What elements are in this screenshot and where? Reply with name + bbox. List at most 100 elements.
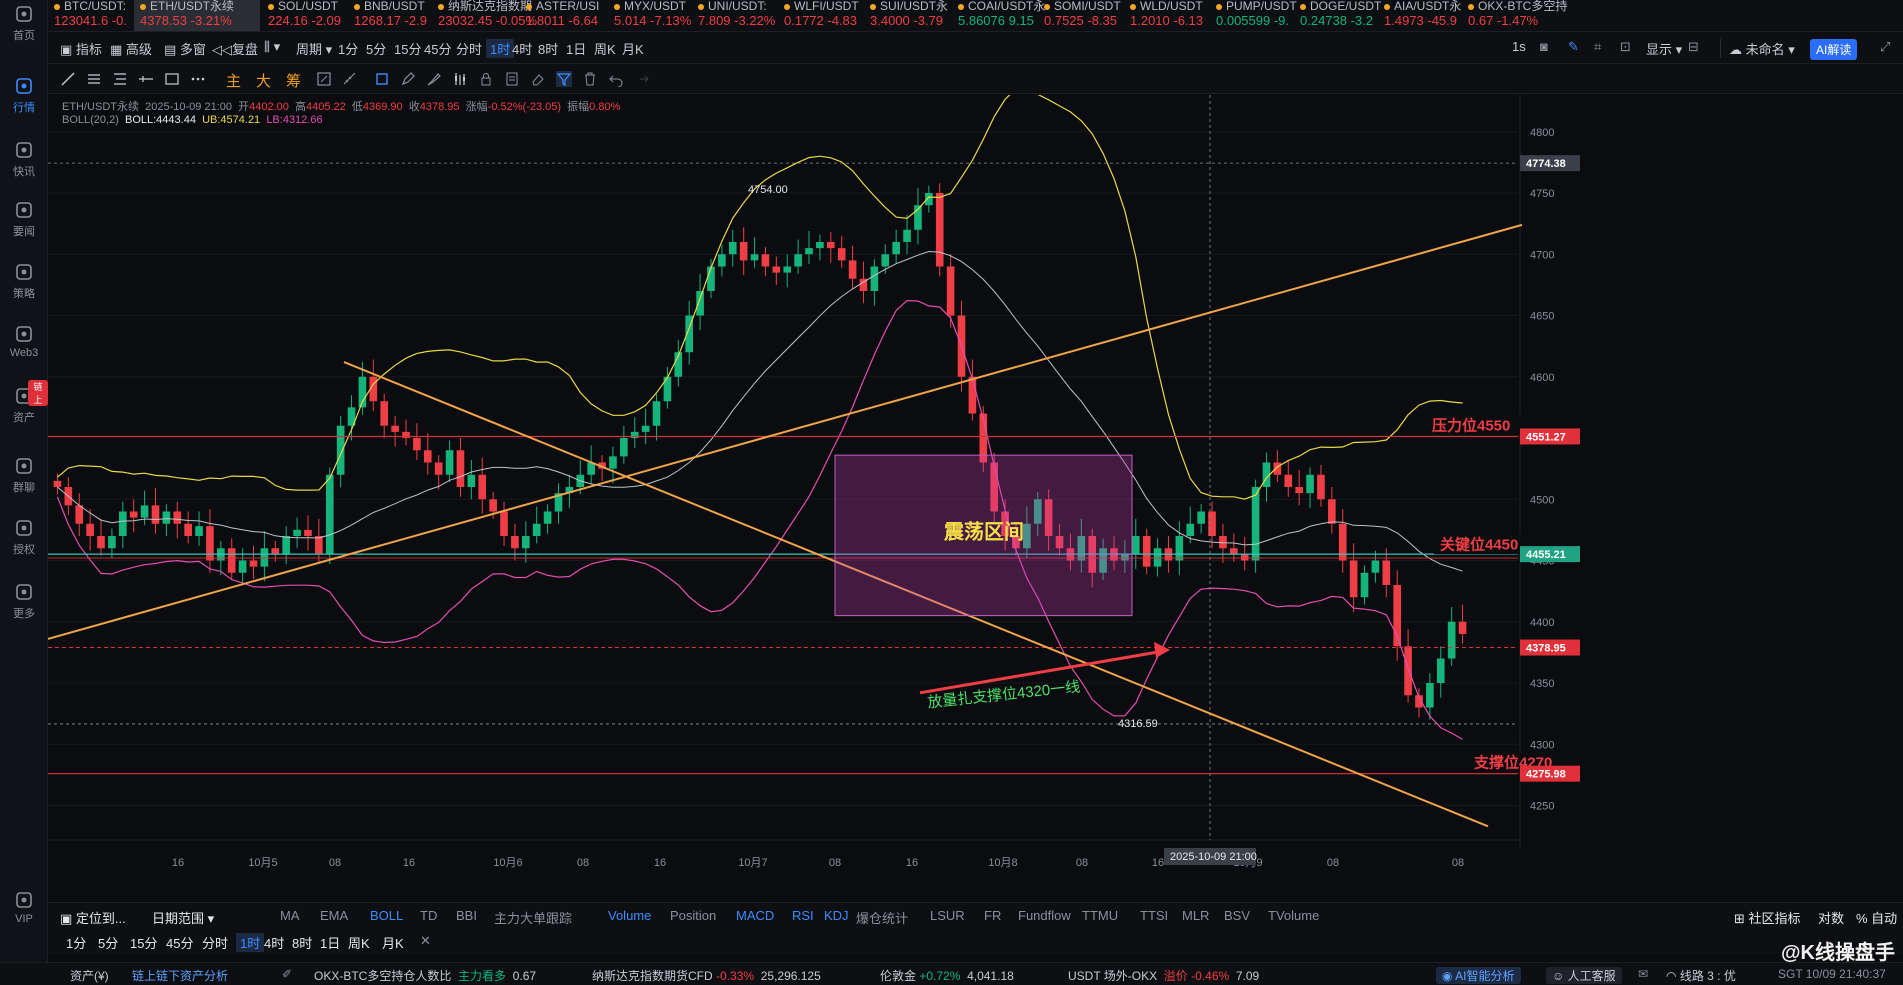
indicator-button[interactable]: ▣ 指标 [60,39,102,58]
layout-icon[interactable]: ⊡ [1620,39,1631,55]
sub-indicator-3[interactable]: RSI [792,908,814,923]
interval-7[interactable]: 8时 [538,39,558,58]
channel-icon[interactable] [112,71,128,87]
locate-button[interactable]: ▣ 定位到... [60,908,126,927]
trendline-icon[interactable] [60,71,76,87]
interval-row-5[interactable]: 1时 [236,933,265,952]
multiwin-button[interactable]: ▤ 多窗 [164,39,206,58]
interval-10[interactable]: 月K [622,39,644,58]
interval-1[interactable]: 5分 [366,39,386,58]
main-indicator-4[interactable]: BBI [456,908,477,923]
filter-icon[interactable] [556,71,572,87]
ticker-item[interactable]: 纳斯达克指数期 23032.45 -0.05% [432,0,537,31]
sub-indicator-6[interactable]: LSUR [930,908,965,923]
okx-ratio[interactable]: OKX-BTC多空持仓人数比 主力看多 0.67 [314,967,536,984]
ticker-item[interactable]: WLD/USDT 1.2010 -6.13 [1124,0,1210,31]
ticker-item[interactable]: ASTER/USI 1.8011 -6.64 [520,0,606,31]
interval-row-1[interactable]: 5分 [98,933,118,952]
expand-icon[interactable]: ⤢ [1880,39,1890,55]
candles-icon[interactable] [452,71,468,87]
sidebar-item-news[interactable]: 快讯 [0,140,48,179]
interval-3[interactable]: 45分 [424,39,451,58]
sub-indicator-0[interactable]: Volume [608,908,651,923]
chart-canvas[interactable]: 4250430043504400445045004550460046504700… [48,95,1903,895]
eraser-icon[interactable] [530,71,546,87]
interval-6[interactable]: 4时 [512,39,532,58]
main-indicator-5[interactable]: 主力大单跟踪 [494,908,572,927]
main-indicator-1[interactable]: EMA [320,908,348,923]
ticker-item[interactable]: WLFI/USDT 0.1772 -4.83 [778,0,864,31]
camera-icon[interactable]: ◙ [1540,39,1548,54]
ticker-item[interactable]: MYX/USDT 5.014 -7.13% [608,0,694,31]
ticker-item[interactable]: BNB/USDT 1268.17 -2.9 [348,0,434,31]
sidebar-item-chat[interactable]: 群聊 [0,456,48,495]
cloud-save-button[interactable]: ☁ 未命名 ▾ [1720,39,1795,58]
advanced-button[interactable]: ▦ 高级 [110,39,152,58]
more-tools-icon[interactable] [190,71,206,87]
pencil-icon[interactable] [400,71,416,87]
interval-row-10[interactable]: 月K [382,933,404,952]
close-interval-row-icon[interactable]: ✕ [420,933,431,949]
sub-indicator-12[interactable]: BSV [1224,908,1250,923]
sidebar-item-vip[interactable]: VIP [0,890,48,925]
sidebar-item-auth[interactable]: 授权 [0,518,48,557]
sidebar-item-strategy[interactable]: 策略 [0,262,48,301]
sidebar-item-wallet[interactable]: 资产 链上 [0,380,48,425]
interval-8[interactable]: 1日 [566,39,586,58]
assets-label[interactable]: 资产(¥) [70,967,109,984]
community-indicator-button[interactable]: ⊞ 社区指标 [1734,908,1801,927]
interval-2[interactable]: 15分 [394,39,421,58]
main-indicator-0[interactable]: MA [280,908,300,923]
fibonacci-icon[interactable] [316,71,332,87]
pen-icon[interactable]: ✎ [1568,39,1579,55]
ticker-item[interactable]: AIA/USDT永 1.4973 -45.9 [1378,0,1464,31]
nasdaq-cfd[interactable]: 纳斯达克指数期货CFD -0.33% 25,296.125 [592,967,821,984]
ticker-item[interactable]: COAI/USDT永 5.86076 9.15 [952,0,1045,31]
sub-indicator-2[interactable]: MACD [736,908,774,923]
ticker-item[interactable]: PUMP/USDT 0.005599 -9. [1210,0,1297,31]
mail-icon[interactable]: ✉ [1638,967,1648,981]
lock-icon[interactable]: ⊟ [1688,39,1699,55]
ticker-item[interactable]: SUI/USDT永 3.4000 -3.79 [864,0,950,31]
interval-5[interactable]: 1时 [486,39,515,58]
ticker-item[interactable]: OKX-BTC多空持 0.67 -1.47% [1462,0,1567,31]
ticker-item[interactable]: BTC/USDT: 123041.6 -0. [48,0,134,31]
ticker-item[interactable]: DOGE/USDT 0.24738 -3.2 [1294,0,1381,31]
crop-icon[interactable]: ⌗ [1594,39,1601,55]
sub-indicator-4[interactable]: KDJ [824,908,849,923]
sub-indicator-8[interactable]: Fundflow [1018,908,1071,923]
interval-row-3[interactable]: 45分 [166,933,193,952]
redo-icon[interactable] [634,71,650,87]
interval-row-4[interactable]: 分时 [202,933,228,952]
ticker-item[interactable]: SOL/USDT 224.16 -2.09 [262,0,348,31]
interval-row-6[interactable]: 4时 [264,933,284,952]
refresh-rate[interactable]: 1s [1512,39,1526,54]
interval-4[interactable]: 分时 [456,39,482,58]
interval-row-2[interactable]: 15分 [130,933,157,952]
interval-row-7[interactable]: 8时 [292,933,312,952]
price-chart[interactable]: 4250430043504400445045004550460046504700… [48,95,1903,895]
hline-icon[interactable] [138,71,154,87]
brush-icon[interactable] [426,71,442,87]
gold-price[interactable]: 伦敦金 +0.72% 4,041.18 [880,967,1014,984]
ai-read-button[interactable]: AI解读 [1810,39,1858,60]
sub-indicator-10[interactable]: TTSI [1140,908,1168,923]
parallel-lines-icon[interactable] [86,71,102,87]
main-indicator-3[interactable]: TD [420,908,437,923]
replay-button[interactable]: ◁◁复盘 [212,39,258,58]
usdt-otc[interactable]: USDT 场外-OKX 溢价 -0.46% 7.09 [1068,967,1259,984]
asset-analysis-link[interactable]: 链上链下资产分析 [132,967,228,984]
ticker-item[interactable]: SOMI/USDT 0.7525 -8.35 [1038,0,1124,31]
period-button[interactable]: 周期 ▾ [296,39,332,58]
sub-indicator-13[interactable]: TVolume [1268,908,1319,923]
sidebar-item-more[interactable]: 更多 [0,582,48,621]
undo-icon[interactable] [608,71,624,87]
chart-type-button[interactable]: ⫼ ▾ [264,39,280,55]
interval-9[interactable]: 周K [594,39,616,58]
sub-indicator-11[interactable]: MLR [1182,908,1209,923]
big-tool[interactable]: 大 [256,70,271,91]
date-range-button[interactable]: 日期范围 ▾ [152,908,214,927]
sub-indicator-7[interactable]: FR [984,908,1001,923]
log-scale-toggle[interactable]: 对数 [1818,908,1844,927]
ruler-icon[interactable] [342,71,358,87]
